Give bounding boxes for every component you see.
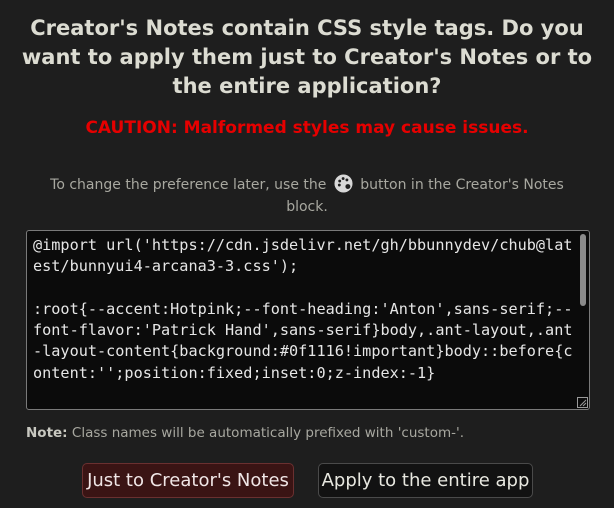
just-creator-notes-button[interactable]: Just to Creator's Notes [82, 463, 294, 498]
css-code-content[interactable]: @import url('https://cdn.jsdelivr.net/gh… [33, 235, 573, 384]
caution-message: CAUTION: Malformed styles may cause issu… [85, 118, 529, 138]
css-code-textarea[interactable]: @import url('https://cdn.jsdelivr.net/gh… [26, 230, 590, 410]
palette-icon [334, 174, 353, 193]
dialog-title: Creator's Notes contain CSS style tags. … [21, 16, 593, 98]
note-text: Note: Class names will be automatically … [26, 423, 464, 443]
note-message: Class names will be automatically prefix… [71, 425, 464, 441]
note-label: Note: [26, 425, 68, 441]
preference-hint: To change the preference later, use the … [32, 174, 582, 218]
preference-hint-text-after: button in the Creator's Notes block. [286, 177, 564, 215]
css-styles-dialog: Creator's Notes contain CSS style tags. … [0, 0, 614, 508]
apply-entire-app-button[interactable]: Apply to the entire app [318, 463, 533, 498]
scrollbar-thumb[interactable] [580, 234, 586, 306]
resize-grip-icon[interactable] [577, 397, 588, 408]
preference-hint-text-before: To change the preference later, use the [50, 177, 327, 193]
